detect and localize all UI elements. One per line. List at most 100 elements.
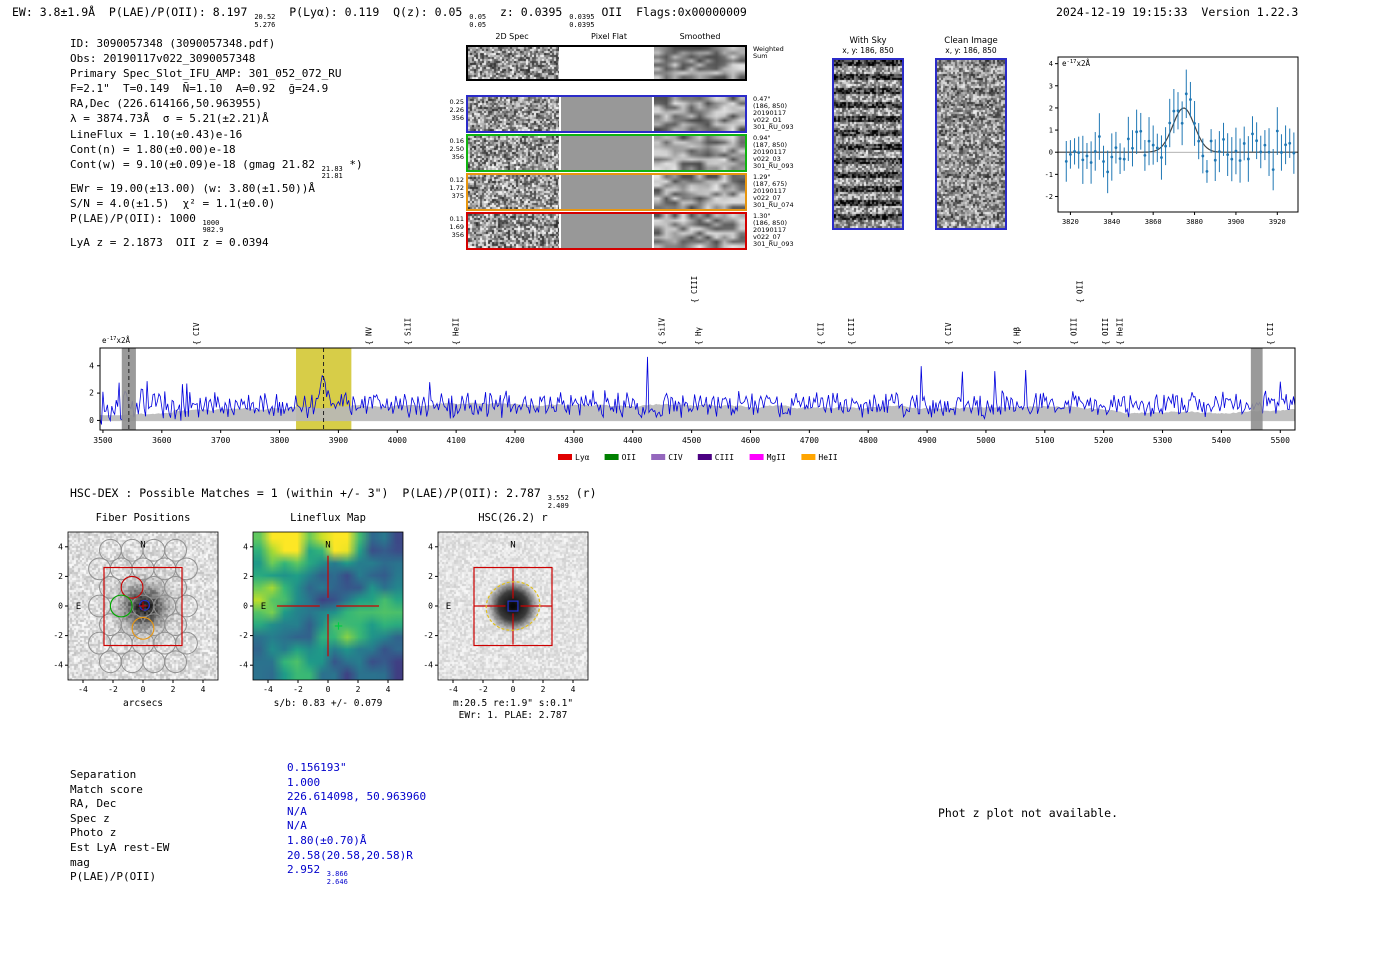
- cutout-row: 0.16 2.50 356 0.94" (187, 850) 20190117 v022_0…: [443, 134, 803, 172]
- svg-text:3700: 3700: [211, 436, 230, 445]
- svg-text:4: 4: [428, 542, 433, 551]
- stacked-fraction: 3.866 2.646: [326, 870, 348, 886]
- cutout-cells: [466, 45, 747, 81]
- cutout-row-annotation: 1.29" (187, 675) 20190117 v022_07 301_RU_074: [753, 173, 794, 209]
- legend-label: HeII: [818, 453, 837, 462]
- svg-text:2: 2: [1049, 104, 1053, 112]
- pixel-flat-image: [561, 136, 652, 170]
- svg-text:-2: -2: [53, 631, 63, 640]
- ccd-image: [832, 58, 904, 230]
- match-row-label: Separation: [70, 768, 137, 781]
- legend-label: OII: [622, 453, 637, 462]
- svg-text:4: 4: [571, 685, 576, 694]
- svg-text:3600: 3600: [152, 436, 171, 445]
- info-line: EWr = 19.00(±13.00) (w: 3.80(±1.50))Å: [70, 181, 316, 195]
- svg-text:0: 0: [428, 602, 433, 611]
- spec2d-image: [468, 214, 559, 248]
- smoothed-image: [654, 136, 745, 170]
- cutout-row-annotation: Weighted Sum: [753, 45, 784, 60]
- svg-text:-2: -2: [423, 631, 433, 640]
- svg-text:5300: 5300: [1153, 436, 1172, 445]
- catalog-match-table: Separation0.156193" Match score1.000 RA, D…: [70, 761, 426, 893]
- cutout-cells: [466, 95, 747, 133]
- svg-text:5000: 5000: [976, 436, 995, 445]
- emission-line-label: { OII: [1076, 280, 1085, 303]
- report-date: 2024-12-19 19:15:33: [1056, 5, 1188, 19]
- svg-text:-4: -4: [423, 661, 433, 670]
- svg-text:2: 2: [171, 685, 176, 694]
- match-row-value: 2.952 3.866 2.646: [287, 863, 348, 886]
- svg-text:4000: 4000: [388, 436, 407, 445]
- svg-text:HSC(26.2) r: HSC(26.2) r: [478, 512, 548, 524]
- svg-text:4300: 4300: [564, 436, 583, 445]
- svg-text:-4: -4: [53, 661, 63, 670]
- emission-line-label: { SiII: [403, 318, 412, 345]
- spec2d-image: [468, 47, 559, 79]
- match-table-row: P(LAE)/P(OII) 2.952 3.866 2.646: [70, 863, 426, 893]
- cutout-row: 0.25 2.26 356 0.47" (186, 850) 20190117 v022_O…: [443, 95, 803, 133]
- match-table-row: mag 20.58(20.58,20.58)R: [70, 849, 426, 871]
- emission-line-label: { CIV: [944, 322, 953, 345]
- svg-text:-4: -4: [238, 661, 248, 670]
- cutout-row-annotation: 0.47" (186, 850) 20190117 v022_O1 301_RU_093: [753, 95, 794, 131]
- info-line: S/N = 4.0(±1.5) χ² = 1.1(±0.0): [70, 196, 276, 210]
- svg-text:0: 0: [58, 602, 63, 611]
- info-line: Primary Spec_Slot_IFU_AMP: 301_052_072_R…: [70, 67, 342, 81]
- cutout-column-header: 2D Spec: [495, 32, 529, 41]
- svg-text:Fiber Positions: Fiber Positions: [96, 512, 191, 524]
- panel-coords: x, y: 186, 850: [842, 46, 894, 55]
- pixel-flat-image: [561, 47, 652, 79]
- stacked-fraction: 20.52 5.276: [254, 13, 276, 29]
- svg-text:-1: -1: [1045, 171, 1053, 179]
- smoothed-image: [654, 97, 745, 131]
- smoothed-image: [654, 175, 745, 209]
- svg-text:N: N: [140, 541, 145, 551]
- ccd-image: [935, 58, 1007, 230]
- stacked-fraction: 21.83 21.81: [321, 164, 343, 181]
- svg-text:m:20.5 re:1.9" s:0.1": m:20.5 re:1.9" s:0.1": [453, 698, 573, 709]
- spec2d-image: [468, 175, 559, 209]
- svg-text:2: 2: [356, 685, 361, 694]
- elixer-report-page: EW: 3.8±1.9Å P(LAE)/P(OII): 8.197 20.52 5…: [0, 0, 1400, 953]
- svg-text:3900: 3900: [329, 436, 348, 445]
- panel-title: Clean Image: [944, 36, 998, 46]
- match-row-label: Spec z: [70, 811, 110, 825]
- header-stats-line: EW: 3.8±1.9Å P(LAE)/P(OII): 8.197 20.52 5…: [12, 5, 747, 29]
- svg-text:3900: 3900: [1228, 218, 1245, 226]
- svg-text:0: 0: [1049, 149, 1053, 157]
- svg-text:2: 2: [428, 572, 433, 581]
- info-line: Cont(n) = 1.80(±0.00)e-18: [70, 142, 236, 156]
- stacked-fraction: 0.0395 0.0395: [569, 13, 595, 29]
- cutout-row-stats: 0.25 2.26 356: [449, 98, 464, 122]
- info-line: RA,Dec (226.614166,50.963955): [70, 97, 263, 111]
- match-row-value: 1.80(±0.70)Å: [287, 833, 367, 847]
- cutout-row-stats: 0.11 1.69 356: [449, 215, 464, 239]
- emission-line-label: { CII: [1266, 322, 1275, 345]
- svg-text:4: 4: [243, 542, 248, 551]
- svg-text:4: 4: [89, 361, 94, 370]
- emission-line-label: { Hβ: [1013, 326, 1022, 345]
- svg-text:1: 1: [1049, 127, 1053, 135]
- svg-text:3860: 3860: [1145, 218, 1162, 226]
- svg-text:5400: 5400: [1212, 436, 1231, 445]
- match-row-label: P(LAE)/P(OII): [70, 870, 157, 884]
- clean-image-panel: Clean Image x, y: 186, 850: [931, 36, 1011, 230]
- cutout-row: 0.11 1.69 356 1.30" (186, 850) 20190117 v022_0…: [443, 212, 803, 250]
- cutout-row: 0.12 1.72 375 1.29" (187, 675) 20190117 v022_0…: [443, 173, 803, 211]
- fiber-positions-panel: Fiber Positions -4 -4 -2 -2 0 0 2 2 4 4 N Earcsecs: [53, 512, 219, 709]
- stacked-fraction: 0.05 0.05: [469, 13, 487, 29]
- with-sky-panel: With Sky x, y: 186, 850: [828, 36, 908, 230]
- svg-text:2: 2: [89, 389, 94, 398]
- cutout-column-header: Smoothed: [679, 32, 721, 41]
- info-line: Obs: 20190117v022_3090057348: [70, 52, 256, 66]
- svg-text:0: 0: [511, 685, 516, 694]
- match-table-row: Separation 0.156193": [70, 761, 426, 783]
- emission-line-label: { SiIV: [658, 317, 667, 345]
- panel-coords: x, y: 186, 850: [945, 46, 997, 55]
- svg-text:-4: -4: [448, 685, 458, 694]
- svg-text:5200: 5200: [1094, 436, 1113, 445]
- match-table-row: Spec z N/A: [70, 805, 426, 827]
- lineflux-map-panel: Lineflux Map -4 -4 -2 -2 0 0 2 2 4 4 N Es/b: 0.83 +/…: [238, 512, 404, 709]
- info-line: P(LAE)/P(OII): 1000 1000 982.9: [70, 211, 224, 235]
